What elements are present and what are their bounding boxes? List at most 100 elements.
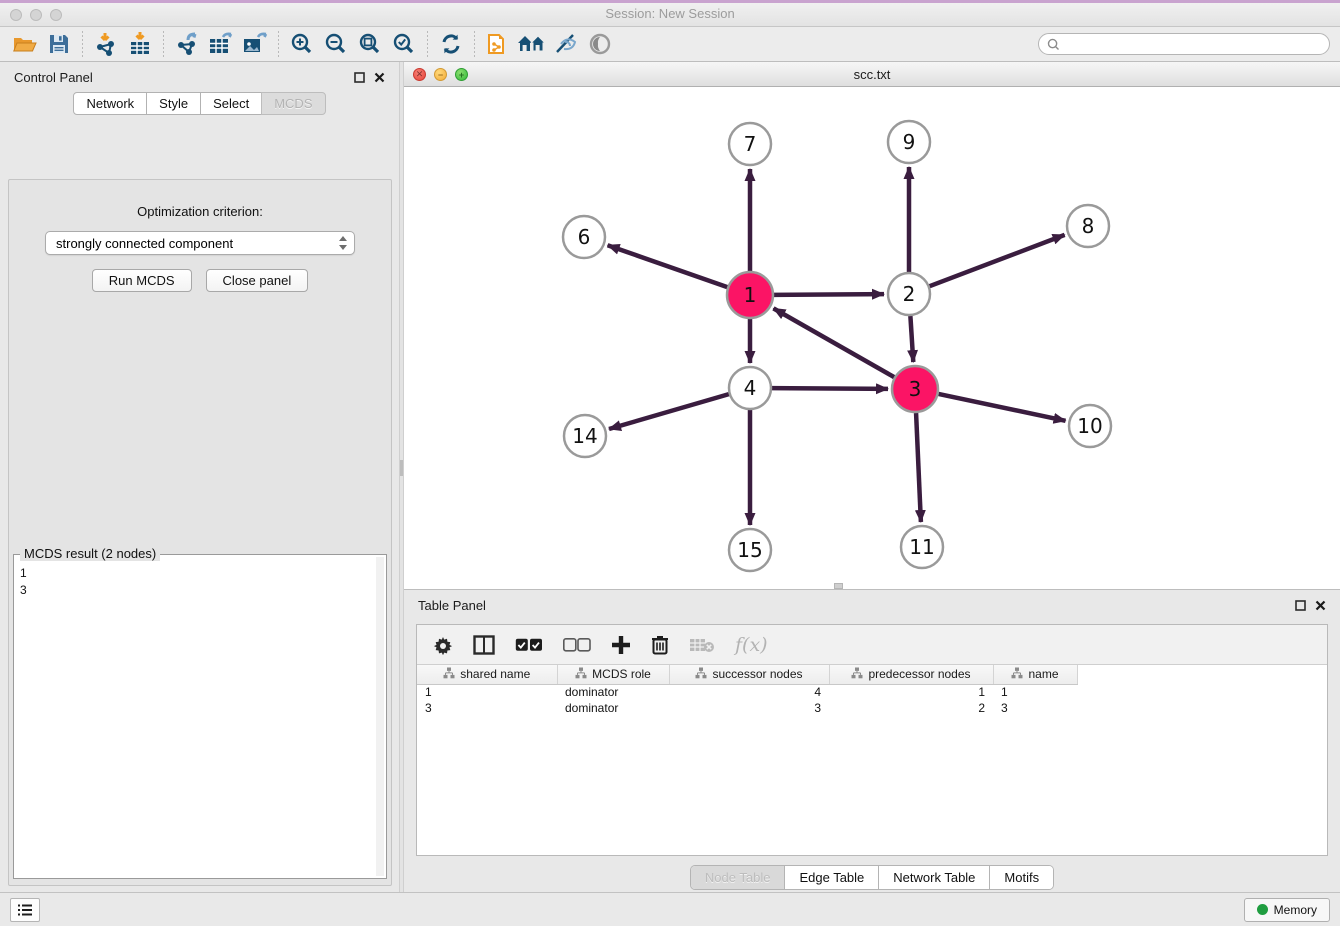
tab-mcds[interactable]: MCDS	[261, 92, 325, 115]
graph-node-14[interactable]: 14	[564, 415, 606, 457]
graph-node-4[interactable]: 4	[729, 367, 771, 409]
tab-node-table[interactable]: Node Table	[691, 866, 785, 889]
network-graph[interactable]: 7 9 6 8 1 2 4 3 14 10 15 11	[404, 87, 1340, 589]
column-sort-icon	[851, 667, 863, 682]
table-panel-tabs: Node TableEdge TableNetwork TableMotifs	[690, 865, 1054, 890]
column-sort-icon	[575, 667, 587, 682]
refresh-icon[interactable]	[434, 29, 468, 59]
main-toolbar	[0, 27, 1340, 62]
graph-node-10[interactable]: 10	[1069, 405, 1111, 447]
graph-node-9[interactable]: 9	[888, 121, 930, 163]
svg-text:2: 2	[903, 282, 916, 306]
zoom-in-icon[interactable]	[285, 29, 319, 59]
delete-columns-icon[interactable]	[651, 634, 669, 655]
table-row[interactable]: 1dominator411	[417, 684, 1327, 700]
create-column-icon[interactable]	[611, 635, 631, 655]
graph-node-8[interactable]: 8	[1067, 205, 1109, 247]
column-header-successor-nodes[interactable]: successor nodes	[669, 665, 829, 684]
edge-2-8[interactable]	[930, 235, 1065, 286]
column-header-name[interactable]: name	[993, 665, 1077, 684]
function-builder-icon[interactable]: f(x)	[735, 634, 768, 656]
memory-status-icon	[1257, 904, 1268, 915]
node-table[interactable]: shared nameMCDS rolesuccessor nodesprede…	[417, 665, 1327, 716]
network-minimize-button[interactable]: −	[434, 68, 447, 81]
graph-node-7[interactable]: 7	[729, 123, 771, 165]
tab-motifs[interactable]: Motifs	[989, 866, 1053, 889]
graph-node-2[interactable]: 2	[888, 273, 930, 315]
table-settings-icon[interactable]	[433, 635, 453, 655]
search-field[interactable]	[1038, 33, 1330, 55]
zoom-fit-icon[interactable]	[353, 29, 387, 59]
tab-select[interactable]: Select	[200, 92, 262, 115]
network-window-titlebar: ✕ − + scc.txt	[404, 62, 1340, 87]
delete-table-icon[interactable]	[689, 637, 715, 653]
tab-network[interactable]: Network	[73, 92, 147, 115]
tab-edge-table[interactable]: Edge Table	[784, 866, 878, 889]
zoom-selected-icon[interactable]	[387, 29, 421, 59]
graph-node-11[interactable]: 11	[901, 526, 943, 568]
mcds-result-scrollbar[interactable]	[376, 557, 384, 876]
edge-3-11[interactable]	[916, 413, 921, 522]
edge-4-3[interactable]	[772, 388, 888, 389]
network-window-controls[interactable]: ✕ − +	[413, 68, 468, 81]
close-panel-icon[interactable]	[374, 72, 385, 83]
export-network-icon[interactable]	[170, 29, 204, 59]
svg-text:15: 15	[737, 538, 762, 562]
export-table-icon[interactable]	[204, 29, 238, 59]
import-network-icon[interactable]	[89, 29, 123, 59]
column-header-shared-name[interactable]: shared name	[417, 665, 557, 684]
mcds-result-text[interactable]: 13	[20, 565, 376, 876]
select-all-checkboxes-icon[interactable]	[515, 638, 543, 652]
table-panel: Table Panel	[404, 590, 1340, 892]
memory-label: Memory	[1274, 903, 1317, 917]
svg-text:9: 9	[903, 130, 916, 154]
tab-network-table[interactable]: Network Table	[878, 866, 989, 889]
edge-4-14[interactable]	[609, 394, 729, 429]
criterion-select-value: strongly connected component	[56, 236, 338, 251]
run-mcds-button[interactable]: Run MCDS	[92, 269, 192, 292]
split-columns-icon[interactable]	[473, 635, 495, 655]
graph-node-3[interactable]: 3	[892, 366, 938, 412]
graph-node-6[interactable]: 6	[563, 216, 605, 258]
edge-3-1[interactable]	[773, 308, 894, 377]
network-close-button[interactable]: ✕	[413, 68, 426, 81]
close-panel-button[interactable]: Close panel	[206, 269, 309, 292]
svg-text:14: 14	[572, 424, 597, 448]
import-table-icon[interactable]	[123, 29, 157, 59]
column-header-predecessor-nodes[interactable]: predecessor nodes	[829, 665, 993, 684]
network-zoom-button[interactable]: +	[455, 68, 468, 81]
edge-1-6[interactable]	[608, 245, 728, 287]
tab-style[interactable]: Style	[146, 92, 201, 115]
close-table-panel-icon[interactable]	[1315, 600, 1326, 611]
deselect-all-checkboxes-icon[interactable]	[563, 638, 591, 652]
memory-button[interactable]: Memory	[1244, 898, 1330, 922]
home-icon[interactable]	[515, 29, 549, 59]
control-panel: Control Panel NetworkStyleSelectMCDS Opt…	[0, 62, 399, 892]
save-icon[interactable]	[42, 29, 76, 59]
column-header-mcds-role[interactable]: MCDS role	[557, 665, 669, 684]
search-input[interactable]	[1065, 37, 1321, 51]
graph-node-1[interactable]: 1	[727, 272, 773, 318]
show-graphics-details-icon[interactable]	[583, 29, 617, 59]
graph-node-15[interactable]: 15	[729, 529, 771, 571]
edge-2-3[interactable]	[910, 316, 913, 362]
table-toolbar: f(x)	[417, 625, 1327, 665]
criterion-select[interactable]: strongly connected component	[45, 231, 355, 255]
export-image-icon[interactable]	[238, 29, 272, 59]
task-history-button[interactable]	[10, 898, 40, 922]
table-row[interactable]: 3dominator323	[417, 700, 1327, 716]
edge-3-10[interactable]	[938, 394, 1065, 421]
control-panel-title: Control Panel	[14, 70, 93, 85]
node-table-header[interactable]: shared nameMCDS rolesuccessor nodesprede…	[417, 665, 1327, 684]
mcds-result-title: MCDS result (2 nodes)	[20, 546, 160, 561]
svg-text:4: 4	[744, 376, 757, 400]
network-canvas[interactable]: 7 9 6 8 1 2 4 3 14 10 15 11	[404, 87, 1340, 589]
edge-1-2[interactable]	[774, 294, 884, 295]
hide-graphics-details-icon[interactable]	[549, 29, 583, 59]
open-folder-icon[interactable]	[8, 29, 42, 59]
zoom-out-icon[interactable]	[319, 29, 353, 59]
float-panel-icon[interactable]	[354, 72, 365, 83]
float-table-panel-icon[interactable]	[1295, 600, 1306, 611]
canvas-scrollbar-nub[interactable]	[834, 583, 843, 589]
new-network-from-file-icon[interactable]	[481, 29, 515, 59]
